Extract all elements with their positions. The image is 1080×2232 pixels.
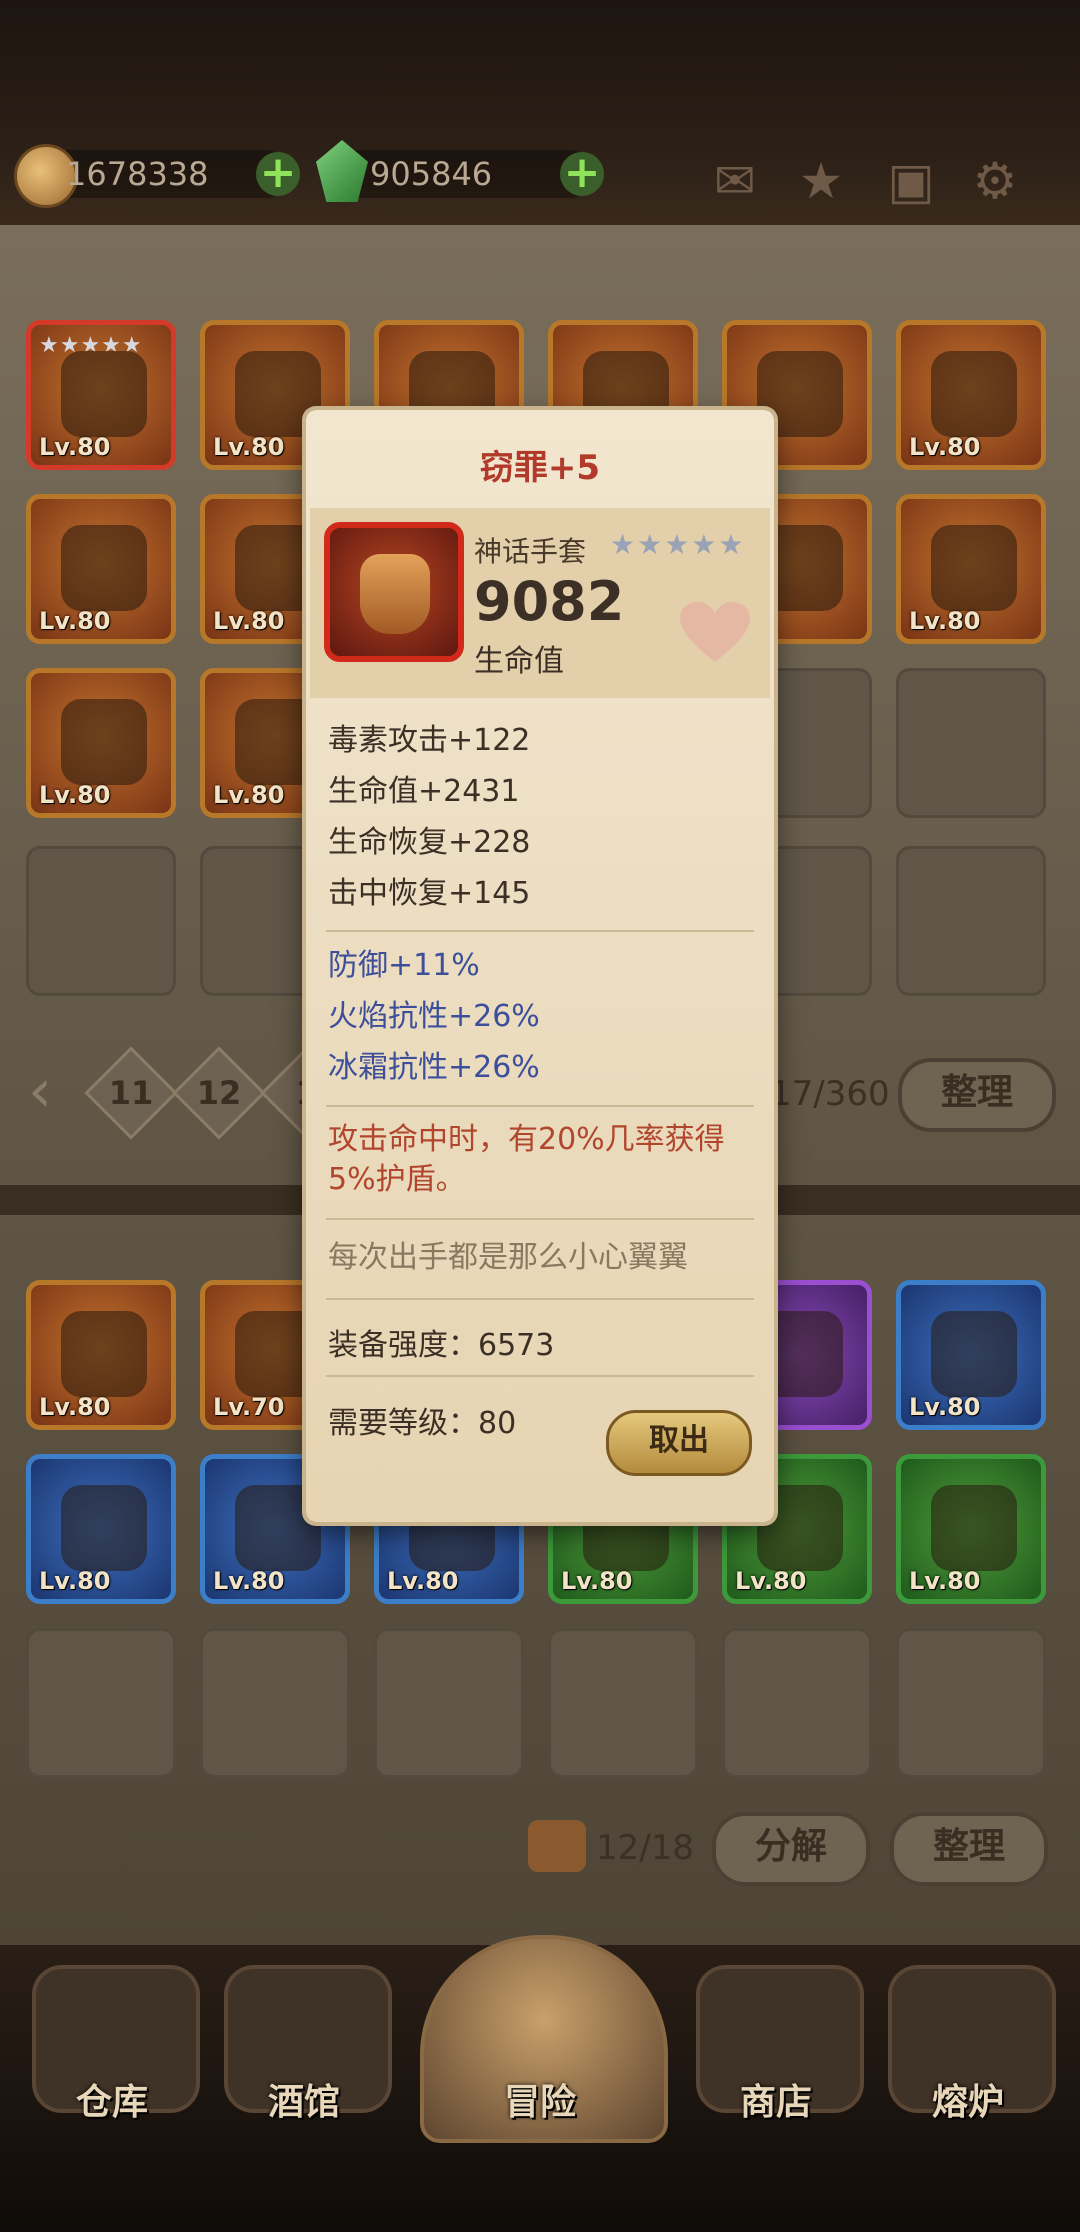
required-level: 需要等级：80 (328, 1406, 517, 1441)
inventory-slot[interactable]: Lv.80 (896, 1454, 1046, 1604)
sort-button[interactable]: 整理 (890, 1812, 1048, 1886)
tab-forge[interactable]: 熔炉 (868, 1955, 1068, 2125)
inventory-slot[interactable]: Lv.80 (26, 668, 176, 818)
divider (326, 1218, 754, 1220)
ring-icon (61, 699, 147, 785)
gauntlet-icon (931, 1311, 1017, 1397)
empty-slot[interactable] (896, 668, 1046, 818)
flavor-text: 每次出手都是那么小心翼翼 (328, 1240, 688, 1275)
shield-icon (931, 1485, 1017, 1571)
empty-slot[interactable] (200, 1628, 350, 1778)
item-name: 窃罪+5 (479, 448, 601, 488)
favorite-icon[interactable]: ★ (792, 152, 850, 210)
inventory-slot[interactable]: Lv.80 (26, 494, 176, 644)
divider (326, 930, 754, 932)
inventory-slot[interactable]: Lv.80 (896, 1280, 1046, 1430)
chest-icon (528, 1820, 586, 1872)
divider (326, 1298, 754, 1300)
glove-icon (61, 351, 147, 437)
empty-slot[interactable] (26, 1628, 176, 1778)
empty-slot[interactable] (896, 1628, 1046, 1778)
empty-slot[interactable] (722, 1628, 872, 1778)
gear-score: 装备强度：6573 (328, 1328, 555, 1363)
tab-shop[interactable]: 商店 (676, 1955, 876, 2125)
empty-slot[interactable] (896, 846, 1046, 996)
spear-icon (61, 1311, 147, 1397)
divider (326, 1375, 754, 1377)
add-gold-button[interactable]: + (256, 151, 300, 196)
main-stat-value: 9082 (474, 570, 625, 633)
gauntlet-icon (61, 1485, 147, 1571)
add-gems-button[interactable]: + (560, 151, 604, 196)
inventory-slot[interactable]: Lv.80 (896, 320, 1046, 470)
storage-icon[interactable]: ▣ (882, 152, 940, 210)
necklace-icon (931, 525, 1017, 611)
tab-warehouse[interactable]: 仓库 (12, 1955, 212, 2125)
inventory-slot[interactable]: Lv.80 (896, 494, 1046, 644)
empty-slot[interactable] (26, 846, 176, 996)
prev-page-icon[interactable]: ‹ (28, 1056, 52, 1126)
item-icon (324, 522, 464, 662)
gold-counter: 1678338 + (14, 144, 300, 208)
tab-adventure[interactable]: 冒险 (420, 1935, 668, 2143)
salvage-button[interactable]: 分解 (712, 1812, 870, 1886)
sort-button[interactable]: 整理 (898, 1058, 1056, 1132)
empty-slot[interactable] (548, 1628, 698, 1778)
gold-amount: 1678338 (66, 155, 209, 193)
divider (326, 1105, 754, 1107)
inventory-slot[interactable]: Lv.80 (26, 1454, 176, 1604)
inventory-count: 17/360 (770, 1074, 890, 1114)
heart-icon (680, 602, 750, 662)
mask-icon (61, 525, 147, 611)
item-type: 神话手套 (474, 535, 587, 568)
take-out-button[interactable]: 取出 (606, 1410, 752, 1476)
inventory-slot[interactable]: Lv.80 (26, 1280, 176, 1430)
gear-icon[interactable]: ⚙ (966, 152, 1024, 210)
base-stats: 毒素攻击+122 生命值+2431 生命恢复+228 击中恢复+145 (328, 723, 531, 911)
rarity-stars: ★★★★★ (610, 528, 746, 561)
item-detail-popup: 窃罪+5 神话手套 ★★★★★ 9082 生命值 毒素攻击+122 生命值+24… (306, 410, 774, 1522)
special-effect: 攻击命中时，有20%几率获得5%护盾。 (328, 1122, 725, 1197)
mail-icon[interactable]: ✉ (706, 152, 764, 210)
hat-icon (931, 351, 1017, 437)
main-stat-label: 生命值 (474, 644, 564, 679)
equipment-count: 12/18 (596, 1828, 694, 1868)
glove-icon (360, 554, 430, 634)
gem-amount: 905846 (370, 155, 493, 193)
gem-counter: 905846 + (316, 140, 604, 202)
tab-tavern[interactable]: 酒馆 (204, 1955, 404, 2125)
bonus-stats: 防御+11% 火焰抗性+26% 冰霜抗性+26% (328, 948, 540, 1085)
inventory-slot[interactable]: ★★★★★ Lv.80 (26, 320, 176, 470)
empty-slot[interactable] (374, 1628, 524, 1778)
